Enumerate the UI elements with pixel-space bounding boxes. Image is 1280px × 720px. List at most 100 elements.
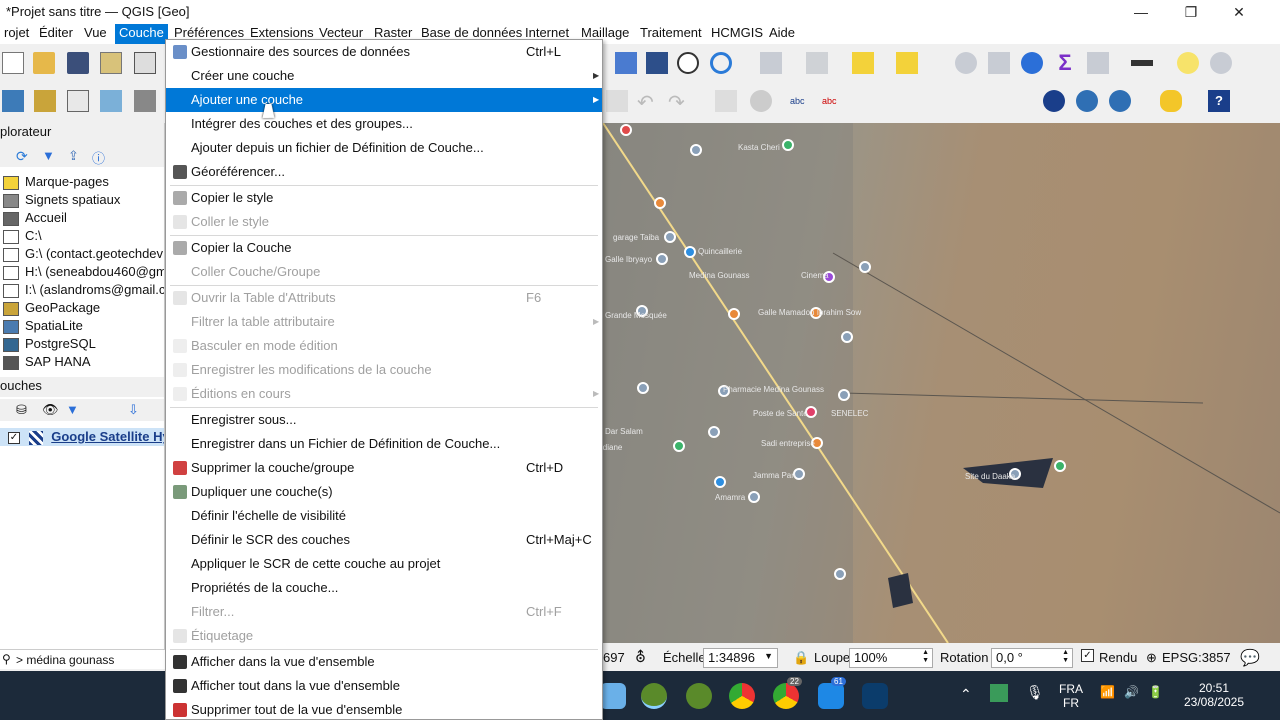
undo-icon[interactable]: ↶ xyxy=(637,90,659,114)
crs-globe-icon[interactable]: ⊕ xyxy=(1146,650,1157,666)
layer-style-icon[interactable]: ⛁ xyxy=(16,402,27,418)
poi-icon[interactable] xyxy=(637,382,649,394)
poi-icon[interactable] xyxy=(728,308,740,320)
browser-item[interactable]: Accueil xyxy=(0,209,164,227)
rotation-spinbox[interactable]: 0,0 ° ▲ ▼ xyxy=(991,648,1073,668)
taskbar-app-icon[interactable] xyxy=(600,683,626,709)
log-messages-icon[interactable]: 💬 xyxy=(1240,648,1260,668)
poi-icon[interactable] xyxy=(714,476,726,488)
browser-item[interactable]: SpatiaLite xyxy=(0,317,164,335)
battery-icon[interactable]: 🔋 xyxy=(1148,685,1163,699)
chrome-icon-2[interactable]: 22 xyxy=(773,677,802,709)
edit-placeholder-icon[interactable] xyxy=(606,90,628,112)
add-vector-icon[interactable] xyxy=(67,90,89,112)
menu-item-ajouter-depuis-un-fichier-de-definition-de-couche[interactable]: Ajouter depuis un fichier de Définition … xyxy=(166,136,602,160)
label-red-icon[interactable]: abc xyxy=(822,90,844,112)
minimize-button[interactable]: — xyxy=(1118,2,1164,22)
statistics-sigma-icon[interactable]: Σ xyxy=(1054,52,1076,74)
language-indicator[interactable]: FRA FR xyxy=(1058,682,1084,710)
browser-item[interactable]: PostgreSQL xyxy=(0,335,164,353)
scale-combobox[interactable]: 1:34896 ▼ xyxy=(703,648,778,668)
temporal-controller-icon[interactable] xyxy=(677,52,699,74)
poi-icon[interactable] xyxy=(690,144,702,156)
browser-item[interactable]: C:\ xyxy=(0,227,164,245)
menu-item-supprimer-la-couche-groupe[interactable]: Supprimer la couche/groupe Ctrl+D xyxy=(166,456,602,480)
menu-vue[interactable]: Vue xyxy=(80,24,111,44)
help-icon[interactable]: ? xyxy=(1208,90,1230,112)
globe-icon[interactable] xyxy=(1043,90,1065,112)
select-value-icon[interactable] xyxy=(806,52,828,74)
tray-app-icon[interactable] xyxy=(990,684,1008,702)
menu-item-ajouter-une-couche[interactable]: Ajouter une couche ▶ xyxy=(166,88,602,112)
qgis-taskbar-icon-2[interactable] xyxy=(686,683,712,709)
poi-icon[interactable] xyxy=(841,331,853,343)
new-bookmark-icon[interactable] xyxy=(615,52,637,74)
poi-icon[interactable] xyxy=(834,568,846,580)
snap-app-icon[interactable] xyxy=(862,683,888,709)
menu-couche[interactable]: Couche xyxy=(115,24,168,44)
clock[interactable]: 20:51 23/08/2025 xyxy=(1182,681,1246,709)
menu-aide[interactable]: Aide xyxy=(765,24,799,44)
browser-item[interactable]: Marque-pages xyxy=(0,173,164,191)
menu-item-enregistrer-dans-un-fichier-de-definition-de-couche[interactable]: Enregistrer dans un Fichier de Définitio… xyxy=(166,432,602,456)
render-checkbox[interactable]: ✓ xyxy=(1081,649,1094,662)
menu--diter[interactable]: Éditer xyxy=(35,24,77,44)
info-icon[interactable]: ⓘ xyxy=(92,148,105,167)
locator-search[interactable]: ⚲ > médina gounass xyxy=(0,649,165,669)
browser-item[interactable]: H:\ (seneabdou460@gmai xyxy=(0,263,164,281)
select-features-icon[interactable] xyxy=(760,52,782,74)
menu-item-integrer-des-couches-et-des-groupes[interactable]: Intégrer des couches et des groupes... xyxy=(166,112,602,136)
poi-hospital-icon[interactable] xyxy=(620,124,632,136)
chrome-icon[interactable] xyxy=(729,683,755,709)
deselect-icon[interactable] xyxy=(852,52,874,74)
maximize-button[interactable]: ❐ xyxy=(1168,2,1214,22)
menu-item-creer-une-couche[interactable]: Créer une couche ▶ xyxy=(166,64,602,88)
globe-add-icon[interactable] xyxy=(1076,90,1098,112)
expand-all-icon[interactable]: ⇩ xyxy=(128,402,139,418)
new-print-layout-icon[interactable] xyxy=(100,52,122,74)
menu-item-gestionnaire-des-sources-de-donnees[interactable]: Gestionnaire des sources de données Ctrl+… xyxy=(166,40,602,64)
layer-row[interactable]: ✓ Google Satellite Hyb xyxy=(0,428,164,446)
field-calculator-icon[interactable] xyxy=(1087,52,1109,74)
python-icon[interactable] xyxy=(1160,90,1182,112)
poi-icon[interactable] xyxy=(708,426,720,438)
attribute-table-toolbar-icon[interactable] xyxy=(988,52,1010,74)
identify-icon[interactable] xyxy=(955,52,977,74)
layout-manager-icon[interactable] xyxy=(134,52,156,74)
save-project-icon[interactable] xyxy=(67,52,89,74)
menu-item-appliquer-le-scr-de-cette-couche-au-projet[interactable]: Appliquer le SCR de cette couche au proj… xyxy=(166,552,602,576)
poi-icon[interactable] xyxy=(838,389,850,401)
chevron-up-icon[interactable]: ⌃ xyxy=(960,686,972,703)
refresh-icon[interactable] xyxy=(710,52,732,74)
poi-icon[interactable] xyxy=(859,261,871,273)
label-pin-icon[interactable] xyxy=(750,90,772,112)
poi-icon[interactable] xyxy=(664,231,676,243)
globe-search-icon[interactable] xyxy=(1109,90,1131,112)
add-layer-icon[interactable] xyxy=(2,90,24,112)
show-bookmarks-icon[interactable] xyxy=(646,52,668,74)
crs-label[interactable]: EPSG:3857 xyxy=(1162,650,1231,665)
eye-icon[interactable]: 👁 xyxy=(42,402,59,418)
poi-icon[interactable] xyxy=(684,246,696,258)
filter-icon[interactable]: ▼ xyxy=(42,148,55,163)
poi-icon[interactable] xyxy=(782,139,794,151)
layer-checkbox[interactable]: ✓ xyxy=(8,431,20,444)
geopackage-layer-icon[interactable] xyxy=(34,90,56,112)
menu-item-georeferencer[interactable]: Géoréférencer... xyxy=(166,160,602,184)
label-icon[interactable] xyxy=(715,90,737,112)
menu-item-proprietes-de-la-couche[interactable]: Propriétés de la couche... xyxy=(166,576,602,600)
measure-icon[interactable] xyxy=(1131,60,1153,66)
wifi-icon[interactable]: 📶 xyxy=(1100,685,1115,699)
magnifier-spinbox[interactable]: 100% ▲ ▼ xyxy=(849,648,933,668)
refresh-browser-icon[interactable]: ⟳ xyxy=(16,148,28,165)
redo-icon[interactable]: ↷ xyxy=(668,90,690,114)
browser-item[interactable]: Signets spatiaux xyxy=(0,191,164,209)
qgis-taskbar-icon[interactable] xyxy=(641,683,667,709)
map-tips-icon[interactable] xyxy=(1177,52,1199,74)
messages-icon[interactable]: ⛢ xyxy=(635,648,646,666)
browser-item[interactable]: I:\ (aslandroms@gmail.com xyxy=(0,281,164,299)
menu-item-copier-le-style[interactable]: Copier le style xyxy=(166,186,602,210)
menu-item-definir-le-scr-des-couches[interactable]: Définir le SCR des couches Ctrl+Maj+C xyxy=(166,528,602,552)
poi-icon[interactable] xyxy=(748,491,760,503)
menu-item-enregistrer-sous[interactable]: Enregistrer sous... xyxy=(166,408,602,432)
